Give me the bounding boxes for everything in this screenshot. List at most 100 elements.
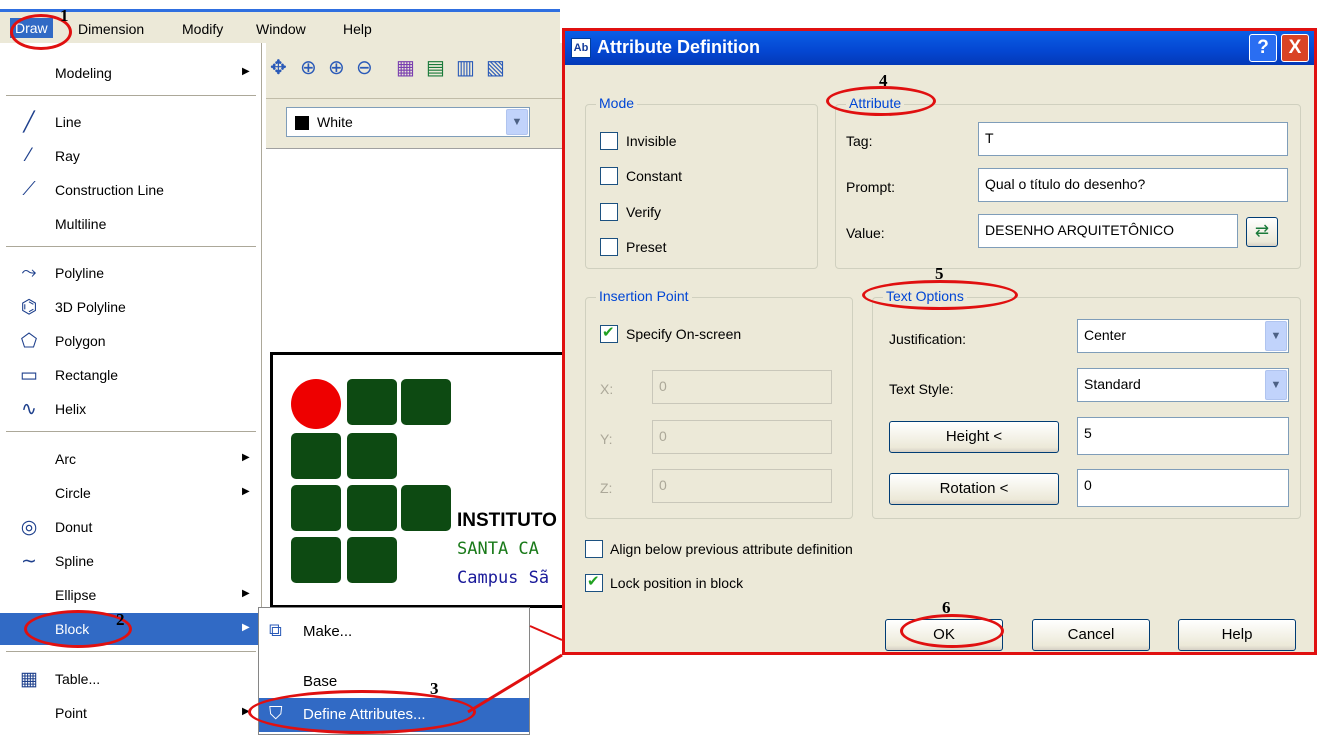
verify-label: Verify: [626, 204, 662, 220]
ray-icon: ⁄: [27, 145, 31, 166]
toolbar-standard: ✥ ⊕ ⊕ ⊖ ▦ ▤ ▥ ▧: [266, 43, 566, 99]
menu-item-spline[interactable]: ∼ Spline: [0, 545, 262, 577]
color-control-dropdown[interactable]: White ▼: [286, 107, 530, 137]
text-style-dropdown[interactable]: Standard ▼: [1077, 368, 1289, 402]
logo-square: [401, 379, 451, 425]
chevron-down-icon[interactable]: ▼: [1265, 370, 1287, 400]
value-input[interactable]: DESENHO ARQUITETÔNICO: [978, 214, 1238, 248]
menu-item-modeling[interactable]: Modeling ▶: [0, 57, 262, 89]
tool-palettes-icon[interactable]: ▥: [456, 55, 475, 80]
draw-menu: Modeling ▶ ╱ Line ⁄ Ray ⟋ Construction L…: [0, 43, 262, 735]
menu-dimension[interactable]: Dimension: [78, 21, 144, 37]
donut-icon: ◎: [20, 517, 38, 538]
close-icon[interactable]: X: [1281, 34, 1309, 62]
menu-item-point[interactable]: Point ▶: [0, 697, 262, 729]
menu-item-label: Circle: [55, 485, 91, 501]
menu-item-table[interactable]: ▦ Table...: [0, 663, 262, 695]
submenu-arrow-icon: ▶: [242, 66, 250, 77]
institution-campus: Campus Sã: [457, 568, 550, 588]
menu-help[interactable]: Help: [343, 21, 372, 37]
construction-line-icon: ⟋: [22, 179, 36, 200]
menu-item-label: Modeling: [55, 65, 112, 81]
rotation-input[interactable]: 0: [1077, 469, 1289, 507]
institution-state: SANTA CA: [457, 539, 539, 559]
justification-dropdown[interactable]: Center ▼: [1077, 319, 1289, 353]
menu-item-circle[interactable]: Circle ▶: [0, 477, 262, 509]
menu-item-rectangle[interactable]: ▭ Rectangle: [0, 359, 262, 391]
zoom-realtime-icon[interactable]: ⊕: [300, 55, 317, 80]
menu-modify[interactable]: Modify: [182, 21, 223, 37]
z-input[interactable]: 0: [652, 469, 832, 503]
attribute-app-icon: Ab: [571, 38, 591, 58]
lock-position-label: Lock position in block: [610, 575, 744, 591]
3d-polyline-icon: ⌬: [20, 297, 38, 318]
menu-item-block[interactable]: Block ▶: [0, 613, 262, 645]
submenu-item-base[interactable]: Base: [259, 665, 529, 699]
x-input[interactable]: 0: [652, 370, 832, 404]
cancel-button[interactable]: Cancel: [1032, 619, 1150, 651]
submenu-item-make[interactable]: ⧉ Make...: [259, 615, 529, 649]
menu-item-label: Polyline: [55, 265, 105, 281]
menu-item-line[interactable]: ╱ Line: [0, 106, 262, 138]
sheet-set-icon[interactable]: ▧: [486, 55, 505, 80]
menu-item-donut[interactable]: ◎ Donut: [0, 511, 262, 543]
polygon-icon: ⬠: [20, 331, 38, 352]
chevron-down-icon[interactable]: ▼: [506, 109, 528, 135]
menu-item-arc[interactable]: Arc ▶: [0, 443, 262, 475]
menu-item-ellipse[interactable]: Ellipse ▶: [0, 579, 262, 611]
menu-item-label: Helix: [55, 401, 87, 417]
rotation-pick-button[interactable]: Rotation <: [889, 473, 1059, 505]
x-label: X:: [600, 381, 614, 397]
height-pick-button[interactable]: Height <: [889, 421, 1059, 453]
menu-item-3d-polyline[interactable]: ⌬ 3D Polyline: [0, 291, 262, 323]
logo-square: [347, 433, 397, 479]
menu-item-construction-line[interactable]: ⟋ Construction Line: [0, 174, 262, 206]
chevron-down-icon[interactable]: ▼: [1265, 321, 1287, 351]
properties-icon[interactable]: ▦: [396, 55, 415, 80]
zoom-previous-icon[interactable]: ⊖: [356, 55, 373, 80]
specify-onscreen-checkbox[interactable]: [600, 323, 618, 343]
menu-separator: [6, 431, 256, 432]
submenu-arrow-icon: ▶: [242, 486, 250, 497]
menu-item-polyline[interactable]: ⤳ Polyline: [0, 257, 262, 289]
color-swatch: [295, 116, 309, 130]
insert-field-icon[interactable]: ⇄: [1246, 217, 1278, 247]
align-below-checkbox[interactable]: [585, 540, 603, 558]
zoom-window-icon[interactable]: ⊕: [328, 55, 345, 80]
menu-window[interactable]: Window: [256, 21, 306, 37]
preset-checkbox[interactable]: [600, 238, 618, 256]
y-input[interactable]: 0: [652, 420, 832, 454]
invisible-checkbox[interactable]: [600, 132, 618, 150]
submenu-item-define-attributes[interactable]: ⛉ Define Attributes...: [259, 698, 529, 732]
tag-label: Tag:: [846, 133, 873, 149]
height-input[interactable]: 5: [1077, 417, 1289, 455]
pan-icon[interactable]: ✥: [270, 55, 287, 80]
preset-label: Preset: [626, 239, 667, 255]
design-center-icon[interactable]: ▤: [426, 55, 445, 80]
logo-square: [291, 537, 341, 583]
polyline-icon: ⤳: [21, 262, 37, 283]
drawing-canvas[interactable]: INSTITUTO SANTA CA Campus Sã: [270, 352, 570, 608]
menu-item-label: Spline: [55, 553, 94, 569]
submenu-arrow-icon: ▶: [242, 588, 250, 599]
menu-item-polygon[interactable]: ⬠ Polygon: [0, 325, 262, 357]
justification-label: Justification:: [889, 331, 967, 347]
verify-checkbox[interactable]: [600, 203, 618, 221]
make-block-icon: ⧉: [269, 620, 282, 640]
tag-input[interactable]: T: [978, 122, 1288, 156]
help-icon[interactable]: ?: [1249, 34, 1277, 62]
constant-checkbox[interactable]: [600, 167, 618, 185]
dialog-title-bar[interactable]: Ab Attribute Definition ? X: [565, 31, 1314, 65]
ok-button[interactable]: OK: [885, 619, 1003, 651]
menu-draw[interactable]: Draw: [10, 18, 53, 38]
menu-item-helix[interactable]: ∿ Helix: [0, 393, 262, 425]
menu-item-label: 3D Polyline: [55, 299, 126, 315]
menu-item-multiline[interactable]: Multiline: [0, 208, 262, 240]
prompt-input[interactable]: Qual o título do desenho?: [978, 168, 1288, 202]
menu-item-label: Ray: [55, 148, 80, 164]
lock-position-checkbox[interactable]: [585, 572, 603, 592]
help-button[interactable]: Help: [1178, 619, 1296, 651]
logo-red-circle: [291, 379, 341, 429]
menu-item-ray[interactable]: ⁄ Ray: [0, 140, 262, 172]
menu-item-label: Rectangle: [55, 367, 119, 383]
